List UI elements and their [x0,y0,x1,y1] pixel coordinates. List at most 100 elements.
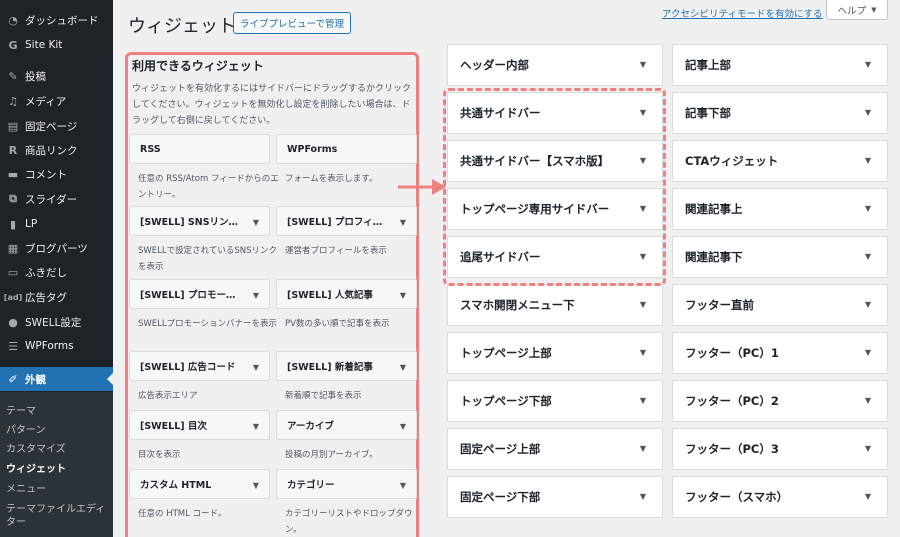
area-top-page-top[interactable]: トップページ上部 ▼ [447,332,663,374]
caret-down-icon[interactable]: ▼ [865,60,871,69]
widget-description: PV数の多い順で記事を表示 [285,319,390,329]
menu-sitekit[interactable]: G Site Kit [0,33,113,57]
caret-down-icon[interactable]: ▼ [640,348,646,357]
caret-down-icon[interactable]: ▼ [253,481,259,490]
area-title: 固定ページ上部 [460,442,541,456]
area-footer-pc-1[interactable]: フッター（PC）1 ▼ [672,332,888,374]
area-page-top[interactable]: 固定ページ上部 ▼ [447,428,663,470]
caret-down-icon[interactable]: ▼ [400,363,406,372]
menu-balloon[interactable]: ▭ ふきだし [0,260,113,284]
slider-icon: ⧉ [9,192,17,205]
caret-down-icon[interactable]: ▼ [865,108,871,117]
widget-title: WPForms [287,143,338,155]
widget-swell-profile[interactable]: [SWELL] プロフィ… ▼ [276,206,417,236]
menu-label: メディア [25,95,67,108]
area-title: 固定ページ下部 [460,490,541,504]
menu-appearance[interactable]: ✐ 外観 [0,367,113,391]
area-page-bottom[interactable]: 固定ページ下部 ▼ [447,476,663,518]
caret-down-icon[interactable]: ▼ [865,444,871,453]
caret-down-icon[interactable]: ▼ [640,492,646,501]
highlight-sidebar-group [443,88,666,286]
submenu-widgets[interactable]: ウィジェット [6,460,66,475]
widget-description: 新着順で記事を表示 [285,391,362,401]
caret-down-icon[interactable]: ▼ [865,348,871,357]
caret-down-icon[interactable]: ▼ [400,291,406,300]
caret-down-icon[interactable]: ▼ [865,156,871,165]
caret-down-icon[interactable]: ▼ [400,422,406,431]
area-sp-menu-bottom[interactable]: スマホ開閉メニュー下 ▼ [447,284,663,326]
dashboard-icon: ◔ [8,13,18,27]
caret-down-icon[interactable]: ▼ [640,444,646,453]
widget-wpforms[interactable]: WPForms [276,134,417,164]
caret-down-icon[interactable]: ▼ [400,481,406,490]
menu-media[interactable]: ♫ メディア [0,89,113,113]
arrow-right-icon [398,179,446,195]
menu-pages[interactable]: ▤ 固定ページ [0,114,113,138]
widget-categories[interactable]: カテゴリー ▼ [276,469,417,499]
menu-posts[interactable]: ✎ 投稿 [0,64,113,88]
area-footer-pc-3[interactable]: フッター（PC）3 ▼ [672,428,888,470]
widget-swell-promotion[interactable]: [SWELL] プロモー… ▼ [129,279,270,309]
caret-down-icon[interactable]: ▼ [865,492,871,501]
caret-down-icon[interactable]: ▼ [253,291,259,300]
area-title: フッター（スマホ） [685,490,789,504]
caret-down-icon[interactable]: ▼ [865,252,871,261]
area-before-footer[interactable]: フッター直前 ▼ [672,284,888,326]
help-tab[interactable]: ヘルプ ▼ [826,0,888,20]
live-preview-button[interactable]: ライブプレビューで管理 [233,12,351,34]
menu-lp[interactable]: ▮ LP [0,212,113,236]
area-post-bottom[interactable]: 記事下部 ▼ [672,92,888,134]
submenu-theme-editor-cont[interactable]: ター [6,513,26,528]
caret-down-icon[interactable]: ▼ [640,300,646,309]
menu-blogparts[interactable]: ▦ ブログパーツ [0,236,113,260]
widget-rss[interactable]: RSS [129,134,270,164]
menu-wpforms[interactable]: ☰ WPForms [0,334,113,358]
widget-description: 広告表示エリア [138,391,198,401]
menu-label: ダッシュボード [25,14,99,27]
caret-down-icon[interactable]: ▼ [865,204,871,213]
caret-down-icon[interactable]: ▼ [400,218,406,227]
caret-down-icon[interactable]: ▼ [253,422,259,431]
widget-archive[interactable]: アーカイブ ▼ [276,410,417,440]
area-header-inner[interactable]: ヘッダー内部 ▼ [447,44,663,86]
menu-swell-settings[interactable]: ● SWELL設定 [0,310,113,334]
caret-down-icon[interactable]: ▼ [640,60,646,69]
area-related-bottom[interactable]: 関連記事下 ▼ [672,236,888,278]
widget-swell-ad-code[interactable]: [SWELL] 広告コード ▼ [129,351,270,381]
menu-comments[interactable]: ▬ コメント [0,162,113,186]
page-icon: ▤ [7,119,19,133]
area-title: フッター（PC）2 [685,394,779,408]
widget-swell-popular[interactable]: [SWELL] 人気記事 ▼ [276,279,417,309]
caret-down-icon[interactable]: ▼ [253,218,259,227]
widget-title: [SWELL] SNSリン… [140,217,239,228]
widget-swell-sns[interactable]: [SWELL] SNSリン… ▼ [129,206,270,236]
submenu-menus[interactable]: メニュー [6,480,46,495]
widget-swell-toc[interactable]: [SWELL] 目次 ▼ [129,410,270,440]
caret-down-icon[interactable]: ▼ [640,396,646,405]
submenu-themes[interactable]: テーマ [6,402,36,417]
area-top-page-bottom[interactable]: トップページ下部 ▼ [447,380,663,422]
available-widgets-title: 利用できるウィジェット [132,59,264,73]
page-title: ウィジェット [128,16,236,37]
area-footer-pc-2[interactable]: フッター（PC）2 ▼ [672,380,888,422]
menu-dashboard[interactable]: ◔ ダッシュボード [0,8,113,32]
caret-down-icon[interactable]: ▼ [865,396,871,405]
area-cta-widget[interactable]: CTAウィジェット ▼ [672,140,888,182]
widget-title: カスタム HTML [140,480,212,491]
area-related-top[interactable]: 関連記事上 ▼ [672,188,888,230]
submenu-customize[interactable]: カスタマイズ [6,440,66,455]
area-post-top[interactable]: 記事上部 ▼ [672,44,888,86]
menu-label: スライダー [25,193,78,206]
accessibility-mode-link[interactable]: アクセシビリティモードを有効にする [662,6,823,20]
widget-swell-new-posts[interactable]: [SWELL] 新着記事 ▼ [276,351,417,381]
submenu-patterns[interactable]: パターン [6,421,46,436]
widget-custom-html[interactable]: カスタム HTML ▼ [129,469,270,499]
menu-product-links[interactable]: R 商品リンク [0,138,113,162]
menu-slider[interactable]: ⧉ スライダー [0,187,113,211]
caret-down-icon[interactable]: ▼ [865,300,871,309]
swell-icon: ● [8,315,18,329]
area-footer-sp[interactable]: フッター（スマホ） ▼ [672,476,888,518]
area-title: ヘッダー内部 [460,58,529,72]
menu-ad-tags[interactable]: [ad] 広告タグ [0,285,113,309]
caret-down-icon[interactable]: ▼ [253,363,259,372]
